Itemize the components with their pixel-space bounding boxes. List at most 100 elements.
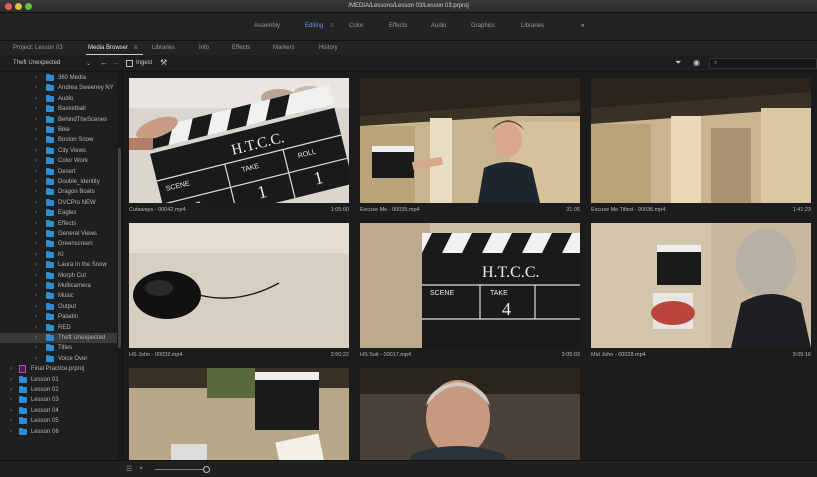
tree-lesson-row[interactable]: › Lesson 01 <box>0 375 117 385</box>
tab-libraries[interactable]: Libraries <box>152 45 175 51</box>
chevron-right-icon[interactable]: › <box>35 127 37 133</box>
forward-arrow-icon[interactable]: → <box>112 58 120 67</box>
tab-markers[interactable]: Markers <box>273 45 295 51</box>
tree-folder-row[interactable]: › Laura In the Snow <box>0 260 117 270</box>
tab-effects[interactable]: Effects <box>232 45 250 51</box>
chevron-right-icon[interactable]: › <box>35 158 37 164</box>
chevron-right-icon[interactable]: › <box>35 210 37 216</box>
workspace-color[interactable]: Color <box>349 23 363 29</box>
chevron-right-icon[interactable]: › <box>10 408 12 414</box>
search-input[interactable]: ⌕ <box>709 58 817 69</box>
view-icon[interactable]: ◉ <box>693 58 700 67</box>
tree-lesson-row[interactable]: › Lesson 05 <box>0 416 117 426</box>
tree-folder-row[interactable]: › Effects <box>0 219 117 229</box>
chevron-right-icon[interactable]: › <box>35 117 37 123</box>
tree-scrollbar[interactable] <box>117 72 122 460</box>
zoom-slider-handle[interactable] <box>203 466 210 473</box>
tree-folder-row[interactable]: › 360 Media <box>0 73 117 83</box>
workspace-effects[interactable]: Effects <box>389 23 407 29</box>
tree-folder-row[interactable]: › Dragon Boats <box>0 187 117 197</box>
chevron-right-icon[interactable]: › <box>35 356 37 362</box>
tree-folder-row[interactable]: › BehindTheScenes <box>0 115 117 125</box>
chevron-right-icon[interactable]: › <box>10 397 12 403</box>
chevron-right-icon[interactable]: › <box>35 189 37 195</box>
tree-project-row[interactable]: › Final Practice.prproj <box>0 364 117 374</box>
workspace-audio[interactable]: Audio <box>431 23 446 29</box>
tree-folder-row[interactable]: › Audio <box>0 94 117 104</box>
chevron-right-icon[interactable]: › <box>35 262 37 268</box>
clip-thumbnail[interactable] <box>129 368 349 460</box>
workspace-menu-icon[interactable]: ≡ <box>330 23 334 29</box>
chevron-right-icon[interactable]: › <box>10 377 12 383</box>
chevron-right-icon[interactable]: › <box>35 314 37 320</box>
workspace-graphics[interactable]: Graphics <box>471 23 495 29</box>
tree-folder-row[interactable]: › Eagles <box>0 208 117 218</box>
chevron-right-icon[interactable]: › <box>35 75 37 81</box>
tab-history[interactable]: History <box>319 45 338 51</box>
tree-folder-row[interactable]: › General Views <box>0 229 117 239</box>
chevron-right-icon[interactable]: › <box>35 273 37 279</box>
chevron-right-icon[interactable]: › <box>35 137 37 143</box>
tree-lesson-row[interactable]: › Lesson 03 <box>0 395 117 405</box>
location-dropdown[interactable]: Theft Unexpected <box>13 60 60 66</box>
clip-thumbnail[interactable] <box>360 368 580 460</box>
chevron-right-icon[interactable]: › <box>35 241 37 247</box>
tree-scroll-thumb[interactable] <box>118 148 121 348</box>
clip-thumbnail[interactable]: H.T.C.C. SCENE TAKE 4 <box>360 223 580 348</box>
chevron-right-icon[interactable]: › <box>35 148 37 154</box>
chevron-right-icon[interactable]: › <box>35 252 37 258</box>
back-arrow-icon[interactable]: ← <box>100 58 108 67</box>
tree-folder-row[interactable]: › Bike <box>0 125 117 135</box>
chevron-down-icon[interactable]: ⌄ <box>86 60 91 67</box>
tree-lesson-row[interactable]: › Lesson 04 <box>0 406 117 416</box>
chevron-right-icon[interactable]: › <box>10 366 12 372</box>
chevron-right-icon[interactable]: › <box>35 304 37 310</box>
clip-thumbnail[interactable] <box>360 78 580 203</box>
workspace-assembly[interactable]: Assembly <box>254 23 280 29</box>
tree-folder-row[interactable]: › Basketball <box>0 104 117 114</box>
chevron-right-icon[interactable]: › <box>35 335 37 341</box>
tree-folder-row[interactable]: › Output <box>0 302 117 312</box>
tree-folder-row[interactable]: › Voice Over <box>0 354 117 364</box>
tree-folder-row[interactable]: › Color Work <box>0 156 117 166</box>
workspace-overflow-icon[interactable]: » <box>581 23 584 29</box>
chevron-right-icon[interactable]: › <box>35 200 37 206</box>
tree-folder-row[interactable]: › Multicamera <box>0 281 117 291</box>
chevron-right-icon[interactable]: › <box>35 283 37 289</box>
clip-thumbnail[interactable] <box>591 78 811 203</box>
clip-thumbnail[interactable]: H.T.C.C. SCENE TAKE ROLL 16 1 1 <box>129 78 349 203</box>
tree-folder-row[interactable]: › Theft Unexpected <box>0 333 117 343</box>
tree-lesson-row[interactable]: › Lesson 02 <box>0 385 117 395</box>
workspace-libraries[interactable]: Libraries <box>521 23 544 29</box>
chevron-right-icon[interactable]: › <box>35 345 37 351</box>
chevron-right-icon[interactable]: › <box>35 96 37 102</box>
chevron-right-icon[interactable]: › <box>35 106 37 112</box>
chevron-right-icon[interactable]: › <box>35 169 37 175</box>
chevron-right-icon[interactable]: › <box>10 418 12 424</box>
tab-media-browser[interactable]: Media Browser <box>88 45 128 51</box>
tree-lesson-row[interactable]: › Lesson 06 <box>0 427 117 437</box>
chevron-right-icon[interactable]: › <box>35 325 37 331</box>
tab-menu-icon[interactable]: ≡ <box>134 45 138 51</box>
chevron-right-icon[interactable]: › <box>10 387 12 393</box>
tree-folder-row[interactable]: › Boston Snow <box>0 135 117 145</box>
tab-info[interactable]: Info <box>199 45 209 51</box>
tree-folder-row[interactable]: › Morph Cut <box>0 271 117 281</box>
tree-folder-row[interactable]: › Paladin <box>0 312 117 322</box>
icon-view-icon[interactable]: ▪ <box>140 465 142 472</box>
workspace-editing[interactable]: Editing <box>305 23 323 29</box>
zoom-slider[interactable] <box>155 469 207 470</box>
tree-folder-row[interactable]: › DVCPro NEW <box>0 198 117 208</box>
clip-thumbnail[interactable] <box>591 223 811 348</box>
chevron-right-icon[interactable]: › <box>35 85 37 91</box>
chevron-right-icon[interactable]: › <box>35 231 37 237</box>
ingest-checkbox[interactable] <box>126 60 133 67</box>
tree-folder-row[interactable]: › Desert <box>0 167 117 177</box>
tree-folder-row[interactable]: › Andrea Sweeney NY <box>0 83 117 93</box>
tree-folder-row[interactable]: › Music <box>0 291 117 301</box>
list-view-icon[interactable]: ☰ <box>126 465 132 473</box>
chevron-right-icon[interactable]: › <box>35 293 37 299</box>
tree-folder-row[interactable]: › RED <box>0 323 117 333</box>
clip-thumbnail[interactable] <box>129 223 349 348</box>
tree-folder-row[interactable]: › KI <box>0 250 117 260</box>
